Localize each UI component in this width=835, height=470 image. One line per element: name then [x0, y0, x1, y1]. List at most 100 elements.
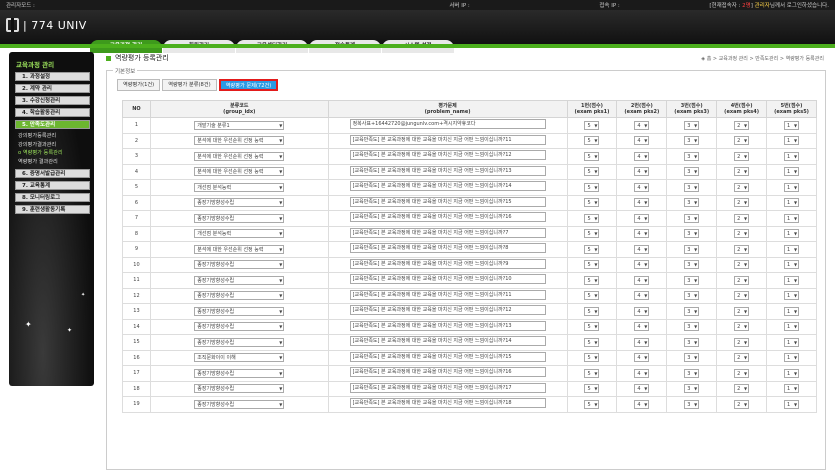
- score5-select[interactable]: 1: [784, 229, 800, 239]
- score5-select[interactable]: 1: [784, 120, 800, 130]
- login-user[interactable]: 관리자: [755, 3, 770, 9]
- problem-input[interactable]: [교육만족도] 본 교육과정에 대한 교육을 마치신 지금 어떤 느낌이십니까?…: [349, 243, 546, 254]
- score2-select[interactable]: 4: [634, 399, 650, 409]
- problem-input[interactable]: [교육만족도] 본 교육과정에 대한 교육을 마치신 지금 어떤 느낌이십니까?…: [349, 227, 546, 238]
- problem-input[interactable]: [교육만족도] 본 교육과정에 대한 교육을 마치신 지금 어떤 느낌이십니까?…: [349, 367, 546, 378]
- score2-select[interactable]: 4: [634, 306, 650, 316]
- score2-select[interactable]: 4: [634, 275, 650, 285]
- problem-input[interactable]: [교육만족도] 본 교육과정에 대한 교육을 마치신 지금 어떤 느낌이십니까?…: [349, 336, 546, 347]
- score3-select[interactable]: 3: [684, 306, 700, 316]
- group-select[interactable]: 종장기방향성수립: [194, 306, 285, 316]
- group-select[interactable]: 종장기방향성수립: [194, 384, 285, 394]
- score1-select[interactable]: 5: [584, 244, 600, 254]
- score3-select[interactable]: 3: [684, 384, 700, 394]
- score4-select[interactable]: 2: [734, 198, 750, 208]
- score1-select[interactable]: 5: [584, 353, 600, 363]
- sidebar-item-7[interactable]: 7. 교육통계: [15, 181, 90, 190]
- group-select[interactable]: 종장기방향성수립: [194, 198, 285, 208]
- score5-select[interactable]: 1: [784, 275, 800, 285]
- problem-input[interactable]: [교육만족도] 본 교육과정에 대한 교육을 마치신 지금 어떤 느낌이십니까?…: [349, 305, 546, 316]
- score2-select[interactable]: 4: [634, 182, 650, 192]
- score5-select[interactable]: 1: [784, 306, 800, 316]
- score1-select[interactable]: 5: [584, 306, 600, 316]
- sidebar-item-9[interactable]: 9. 훈련생활동기록: [15, 205, 90, 214]
- score2-select[interactable]: 4: [634, 198, 650, 208]
- score5-select[interactable]: 1: [784, 213, 800, 223]
- score3-select[interactable]: 3: [684, 260, 700, 270]
- problem-input[interactable]: [교육만족도] 본 교육과정에 대한 교육을 마치신 지금 어떤 느낌이십니까?…: [349, 134, 546, 145]
- score2-select[interactable]: 4: [634, 260, 650, 270]
- group-select[interactable]: 분석에 대한 우선순위 선정 능력: [194, 244, 285, 254]
- problem-input[interactable]: [교육만족도] 본 교육과정에 대한 교육을 마치신 지금 어떤 느낌이십니까?…: [349, 181, 546, 192]
- score4-select[interactable]: 2: [734, 151, 750, 161]
- score3-select[interactable]: 3: [684, 229, 700, 239]
- score5-select[interactable]: 1: [784, 322, 800, 332]
- group-select[interactable]: 개선점 분석능력: [194, 229, 285, 239]
- problem-input[interactable]: [교육만족도] 본 교육과정에 대한 교육을 마치신 지금 어떤 느낌이십니까?…: [349, 289, 546, 300]
- score2-select[interactable]: 4: [634, 322, 650, 332]
- sidebar-item-2[interactable]: 2. 계약 관리: [15, 84, 90, 93]
- score3-select[interactable]: 3: [684, 136, 700, 146]
- score3-select[interactable]: 3: [684, 322, 700, 332]
- problem-input[interactable]: [교육만족도] 본 교육과정에 대한 교육을 마치신 지금 어떤 느낌이십니까?…: [349, 274, 546, 285]
- score4-select[interactable]: 2: [734, 229, 750, 239]
- score2-select[interactable]: 4: [634, 151, 650, 161]
- score5-select[interactable]: 1: [784, 182, 800, 192]
- problem-input[interactable]: [교육만족도] 본 교육과정에 대한 교육을 마치신 지금 어떤 느낌이십니까?…: [349, 382, 546, 393]
- score2-select[interactable]: 4: [634, 368, 650, 378]
- score1-select[interactable]: 5: [584, 337, 600, 347]
- score5-select[interactable]: 1: [784, 337, 800, 347]
- score3-select[interactable]: 3: [684, 167, 700, 177]
- score3-select[interactable]: 3: [684, 291, 700, 301]
- sidebar-item-5[interactable]: 5. 만족도관리: [15, 120, 90, 129]
- problem-input[interactable]: [교육만족도] 본 교육과정에 대한 교육을 마치신 지금 어떤 느낌이십니까?…: [349, 320, 546, 331]
- score4-select[interactable]: 2: [734, 167, 750, 177]
- score2-select[interactable]: 4: [634, 244, 650, 254]
- score1-select[interactable]: 5: [584, 275, 600, 285]
- score5-select[interactable]: 1: [784, 136, 800, 146]
- sidebar-subitem-4[interactable]: 역량평가 결과관리: [18, 158, 94, 167]
- score3-select[interactable]: 3: [684, 151, 700, 161]
- score1-select[interactable]: 5: [584, 120, 600, 130]
- score4-select[interactable]: 2: [734, 275, 750, 285]
- score5-select[interactable]: 1: [784, 167, 800, 177]
- group-select[interactable]: 종장기방향성수립: [194, 260, 285, 270]
- score3-select[interactable]: 3: [684, 213, 700, 223]
- group-select[interactable]: 종장기방향성수립: [194, 337, 285, 347]
- subtab-2[interactable]: 역량평가 분류(8건): [162, 79, 217, 91]
- score3-select[interactable]: 3: [684, 337, 700, 347]
- score4-select[interactable]: 2: [734, 368, 750, 378]
- score2-select[interactable]: 4: [634, 136, 650, 146]
- score1-select[interactable]: 5: [584, 182, 600, 192]
- score4-select[interactable]: 2: [734, 244, 750, 254]
- group-select[interactable]: 종장기방향성수립: [194, 399, 285, 409]
- score1-select[interactable]: 5: [584, 260, 600, 270]
- group-select[interactable]: 조직문화이이 이해: [194, 353, 285, 363]
- score3-select[interactable]: 3: [684, 120, 700, 130]
- score2-select[interactable]: 4: [634, 167, 650, 177]
- score1-select[interactable]: 5: [584, 322, 600, 332]
- sidebar-subitem-3[interactable]: o 역량평가 등록관리: [18, 149, 94, 158]
- score3-select[interactable]: 3: [684, 353, 700, 363]
- logo[interactable]: | 774 UNIV: [6, 18, 87, 32]
- problem-input[interactable]: [교육만족도] 본 교육과정에 대한 교육을 마치신 지금 어떤 느낌이십니까?…: [349, 150, 546, 161]
- score2-select[interactable]: 4: [634, 291, 650, 301]
- score2-select[interactable]: 4: [634, 337, 650, 347]
- score1-select[interactable]: 5: [584, 198, 600, 208]
- problem-input[interactable]: [교육만족도] 본 교육과정에 대한 교육을 마치신 지금 어떤 느낌이십니까?…: [349, 165, 546, 176]
- score1-select[interactable]: 5: [584, 229, 600, 239]
- sidebar-item-4[interactable]: 4. 학습활동관리: [15, 108, 90, 117]
- score3-select[interactable]: 3: [684, 399, 700, 409]
- group-select[interactable]: 종장기방향성수립: [194, 368, 285, 378]
- score4-select[interactable]: 2: [734, 136, 750, 146]
- sidebar-item-3[interactable]: 3. 수강신청관리: [15, 96, 90, 105]
- problem-input[interactable]: [교육만족도] 본 교육과정에 대한 교육을 마치신 지금 어떤 느낌이십니까?…: [349, 258, 546, 269]
- score3-select[interactable]: 3: [684, 198, 700, 208]
- score5-select[interactable]: 1: [784, 384, 800, 394]
- score4-select[interactable]: 2: [734, 120, 750, 130]
- score4-select[interactable]: 2: [734, 353, 750, 363]
- score3-select[interactable]: 3: [684, 182, 700, 192]
- score4-select[interactable]: 2: [734, 399, 750, 409]
- score2-select[interactable]: 4: [634, 213, 650, 223]
- score3-select[interactable]: 3: [684, 275, 700, 285]
